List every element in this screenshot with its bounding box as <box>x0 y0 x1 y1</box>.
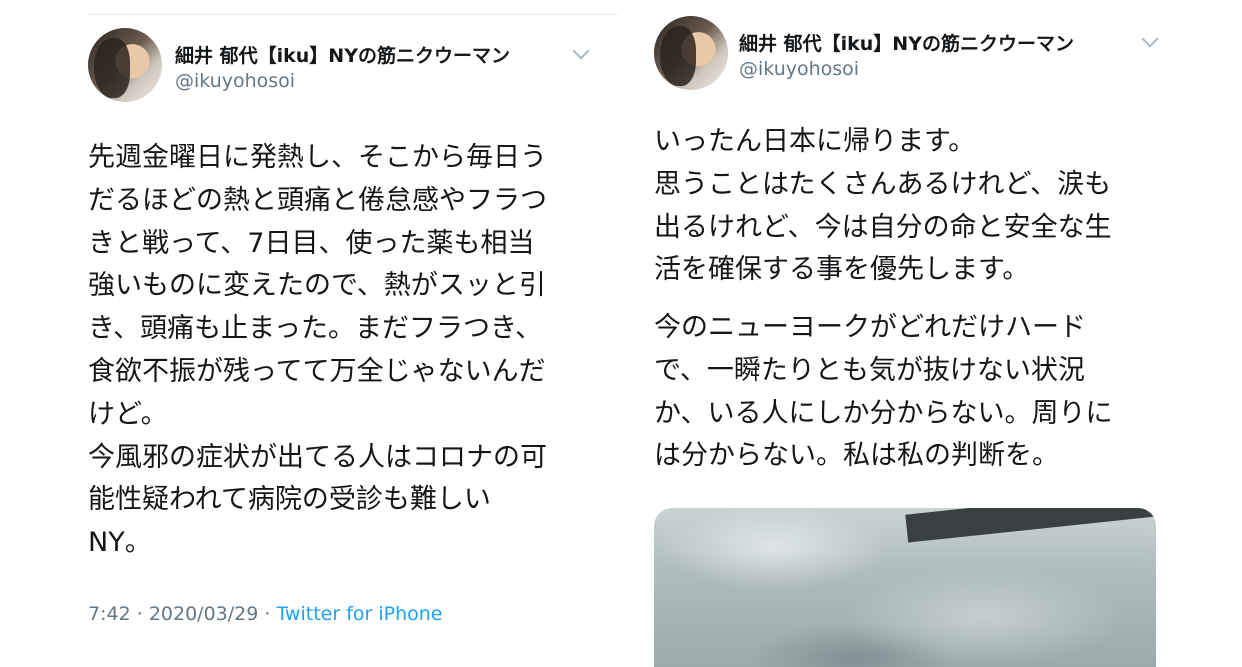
meta-separator: · <box>264 603 271 625</box>
tweet-line: 食欲不振が残ってて万全じゃないんだ <box>88 355 546 387</box>
meta-separator: · <box>136 603 143 625</box>
tweet-text-paragraph-2: 今のニューヨークがどれだけハード で、一瞬たりとも気が抜けない状況 か、いる人に… <box>654 307 1112 478</box>
tweet-line: きと戦って、7日目、使った薬も相当 <box>88 227 535 259</box>
divider <box>88 14 618 15</box>
tweet-line: いったん日本に帰ります。 <box>654 126 976 157</box>
tweet-line: 出るけれど、今は自分の命と安全な生 <box>654 211 1112 243</box>
tweet-line: で、一瞬たりとも気が抜けない状況 <box>654 354 1085 386</box>
author-name[interactable]: 細井 郁代【iku】NYの筋ニクウーマン <box>175 41 510 68</box>
author-handle[interactable]: @ikuyohosoi <box>739 58 859 80</box>
author-name[interactable]: 細井 郁代【iku】NYの筋ニクウーマン <box>739 29 1074 56</box>
tweet-line: NY。 <box>88 527 152 559</box>
tweet-date[interactable]: 2020/03/29 <box>149 603 259 625</box>
tweet-line: き、頭痛も止まった。まだフラつき、 <box>88 313 543 345</box>
tweet-line: 今風邪の症状が出てる人はコロナの可 <box>88 441 547 473</box>
tweet-line: 強いものに変えたので、熱がスッと引 <box>88 270 546 302</box>
tweet-meta: 7:42 · 2020/03/29 · Twitter for iPhone <box>88 603 443 625</box>
tweet-left: 細井 郁代【iku】NYの筋ニクウーマン @ikuyohosoi 先週金曜日に発… <box>60 0 630 667</box>
tweet-source-link[interactable]: Twitter for iPhone <box>276 603 442 625</box>
tweet-photo[interactable] <box>654 508 1156 667</box>
tweet-right: 細井 郁代【iku】NYの筋ニクウーマン @ikuyohosoi いったん日本に… <box>630 0 1190 667</box>
tweet-line: だるほどの熱と頭痛と倦怠感やフラつ <box>88 184 547 216</box>
avatar[interactable] <box>88 28 162 102</box>
tweet-line: 先週金曜日に発熱し、そこから毎日う <box>88 142 547 173</box>
tweet-line: 活を確保する事を優先します。 <box>654 254 1030 286</box>
tweet-line: か、いる人にしか分からない。周りに <box>654 397 1113 429</box>
tweet-text-paragraph-1: いったん日本に帰ります。 思うことはたくさんあるけれど、涙も 出るけれど、今は自… <box>654 121 1112 292</box>
author-handle[interactable]: @ikuyohosoi <box>175 70 295 92</box>
tweet-time[interactable]: 7:42 <box>88 603 131 625</box>
avatar[interactable] <box>654 16 728 90</box>
tweet-line: 能性疑われて病院の受診も難しい <box>88 484 491 516</box>
photo-building-edge <box>905 508 1156 543</box>
tweet-line: 思うことはたくさんあるけれど、涙も <box>654 168 1112 200</box>
chevron-down-icon[interactable] <box>572 42 590 60</box>
tweet-line: 今のニューヨークがどれだけハード <box>654 312 1086 343</box>
tweet-line: は分からない。私は私の判断を。 <box>654 440 1059 472</box>
tweet-text: 先週金曜日に発熱し、そこから毎日う だるほどの熱と頭痛と倦怠感やフラつ きと戦っ… <box>88 137 547 565</box>
chevron-down-icon[interactable] <box>1141 30 1159 48</box>
tweet-line: けど。 <box>88 398 168 430</box>
